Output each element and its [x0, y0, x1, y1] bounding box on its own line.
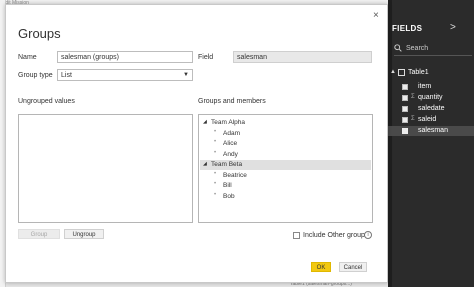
member-name: Adam: [223, 129, 240, 137]
tree-member-row[interactable]: • Adam: [200, 129, 371, 139]
group-name: Team Beta: [211, 161, 243, 168]
field-label: salesman: [418, 127, 448, 134]
sigma-icon: Σ: [411, 94, 415, 100]
field-label: Field: [198, 54, 214, 61]
tree-group-row[interactable]: ◢ Team Alpha: [200, 118, 371, 128]
field-checkbox[interactable]: [402, 106, 408, 112]
ok-button[interactable]: OK: [311, 262, 331, 272]
fields-pane: FIELDS > Search ▲ Table1 item Σquantity sa…: [388, 0, 474, 287]
tree-member-row[interactable]: • Beatrice: [200, 171, 371, 181]
fields-pane-edge: [388, 0, 392, 287]
include-other-checkbox[interactable]: [293, 232, 300, 239]
field-checkbox[interactable]: [402, 84, 408, 90]
field-checkbox[interactable]: [402, 117, 408, 123]
field-value: salesman: [233, 51, 372, 63]
info-icon[interactable]: i: [364, 231, 372, 239]
expand-arrow-icon[interactable]: ◢: [203, 161, 207, 167]
group-type-select[interactable]: List ▼: [57, 69, 193, 81]
field-checkbox[interactable]: [402, 128, 408, 134]
member-name: Alice: [223, 140, 238, 147]
member-name: Andy: [223, 150, 238, 158]
table-node[interactable]: ▲ Table1: [390, 68, 474, 78]
tree-member-row[interactable]: • Alice: [200, 139, 371, 149]
group-type-label: Group type: [18, 72, 53, 79]
collapse-chevron-icon[interactable]: >: [450, 22, 456, 33]
table-name: Table1: [408, 69, 429, 76]
bullet-icon: •: [214, 191, 217, 198]
include-other-label: Include Other group: [303, 232, 365, 239]
bullet-icon: •: [214, 149, 217, 156]
expand-arrow-icon[interactable]: ▲: [390, 69, 396, 75]
name-input[interactable]: salesman (groups): [57, 51, 193, 63]
ungrouped-values-label: Ungrouped values: [18, 98, 75, 105]
field-checkbox[interactable]: [402, 95, 408, 101]
tree-group-row[interactable]: ◢ Team Beta: [200, 160, 371, 170]
dialog-title: Groups: [18, 26, 61, 41]
field-label: item: [418, 83, 432, 90]
search-placeholder: Search: [406, 45, 429, 52]
sigma-icon: Σ: [411, 116, 415, 122]
member-name: Bill: [223, 182, 232, 189]
field-row-salesman[interactable]: salesman: [388, 126, 474, 136]
groups-tree[interactable]: ◢ Team Alpha • Adam • Alice • Andy ◢ Team Beta • Be…: [198, 114, 373, 223]
field-label: quantity: [418, 94, 443, 101]
fields-search-input[interactable]: Search: [394, 44, 472, 56]
bullet-icon: •: [214, 170, 217, 177]
tree-member-row[interactable]: • Bill: [200, 181, 371, 191]
member-name: Bob: [223, 192, 235, 200]
field-row-saleid[interactable]: Σsaleid: [388, 115, 474, 125]
group-name: Team Alpha: [211, 119, 245, 126]
close-icon[interactable]: ×: [373, 11, 379, 21]
chevron-down-icon: ▼: [183, 72, 189, 78]
field-label: saledate: [418, 105, 445, 112]
fields-pane-title: FIELDS: [392, 24, 423, 33]
ungrouped-values-list[interactable]: [18, 114, 193, 223]
field-row-item[interactable]: item: [388, 82, 474, 92]
tree-member-row[interactable]: • Andy: [200, 150, 371, 160]
expand-arrow-icon[interactable]: ◢: [203, 119, 207, 125]
bullet-icon: •: [214, 181, 217, 187]
tree-member-row[interactable]: • Bob: [200, 192, 371, 202]
groups-dialog: × Groups Name salesman (groups) Field sa…: [5, 4, 388, 283]
table-icon: [398, 69, 405, 76]
bullet-icon: •: [214, 128, 217, 135]
search-icon: [394, 44, 402, 52]
group-type-value: List: [61, 72, 72, 79]
cancel-button[interactable]: Cancel: [339, 262, 367, 272]
field-row-saledate[interactable]: saledate: [388, 104, 474, 114]
name-label: Name: [18, 54, 37, 61]
groups-and-members-label: Groups and members: [198, 98, 266, 105]
field-row-quantity[interactable]: Σquantity: [388, 93, 474, 103]
ungroup-button[interactable]: Ungroup: [64, 229, 104, 239]
bullet-icon: •: [214, 139, 217, 145]
group-button[interactable]: Group: [18, 229, 60, 239]
field-label: saleid: [418, 116, 437, 123]
member-name: Beatrice: [223, 171, 247, 179]
